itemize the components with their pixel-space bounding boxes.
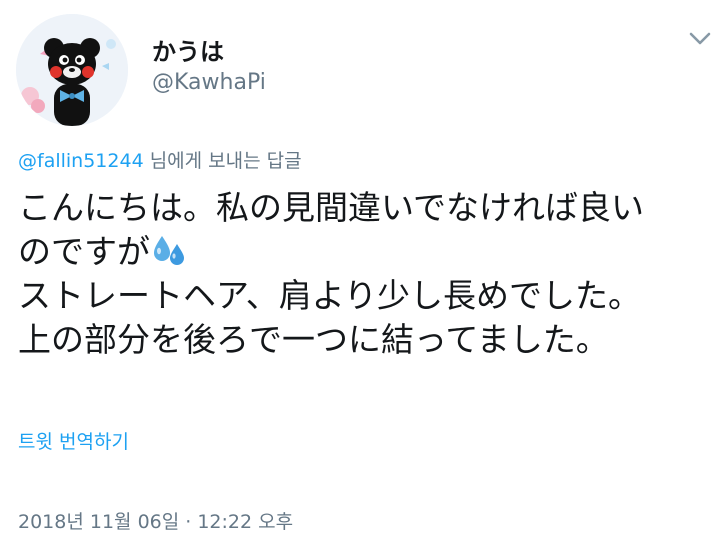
bear-mascot-avatar xyxy=(16,14,128,126)
translate-tweet-link[interactable]: 트윗 번역하기 xyxy=(18,427,129,454)
display-name[interactable]: かうは xyxy=(152,32,224,67)
tweet-line-4: 上の部分を後ろで一つに結ってました。 xyxy=(18,320,609,359)
user-handle[interactable]: @KawhaPi xyxy=(152,70,266,95)
tweet-line-3: ストレートヘア、肩より少し長めでした。 xyxy=(18,276,642,315)
chevron-down-icon[interactable] xyxy=(686,26,714,52)
tweet-line-2: のですが xyxy=(18,230,708,274)
tweet-text: こんにちは。私の見間違いでなければ良い のですが ストレートヘア、肩より少し長め… xyxy=(18,186,708,362)
sweat-droplets-icon xyxy=(152,233,188,267)
reply-to-suffix: 님에게 보내는 답글 xyxy=(143,150,302,172)
avatar[interactable] xyxy=(16,14,128,126)
tweet-timestamp: 2018년 11월 06일 · 12:22 오후 xyxy=(18,511,294,533)
reply-to-handle[interactable]: @fallin51244 xyxy=(18,150,144,172)
tweet-line-1: こんにちは。私の見間違いでなければ良い xyxy=(18,188,645,227)
tweet-line-2-text: のですが xyxy=(18,232,150,271)
reply-context: @fallin51244 님에게 보내는 답글 xyxy=(18,146,302,173)
